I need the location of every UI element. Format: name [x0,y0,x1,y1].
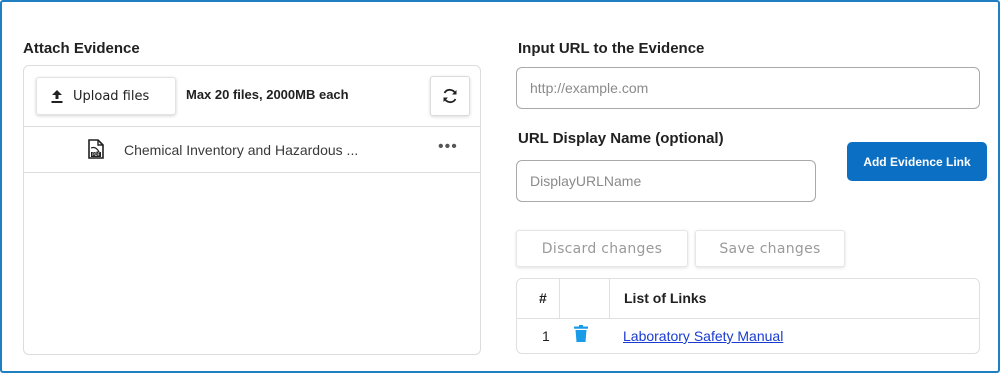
column-header-links: List of Links [624,290,707,306]
upload-toolbar: Upload files Max 20 files, 2000MB each [24,66,480,127]
file-list-item[interactable]: PDF Chemical Inventory and Hazardous ...… [24,127,480,173]
evidence-panel: Attach Evidence Upload files Max 20 file… [0,0,1000,373]
add-evidence-link-button[interactable]: Add Evidence Link [847,142,987,181]
column-divider [609,279,610,319]
attachments-box: Upload files Max 20 files, 2000MB each P… [23,65,481,355]
refresh-button[interactable] [430,76,470,116]
url-display-name-input[interactable] [516,160,816,202]
url-display-name-title: URL Display Name (optional) [518,130,724,147]
column-header-number: # [539,290,547,306]
file-name: Chemical Inventory and Hazardous ... [124,142,359,158]
upload-files-label: Upload files [73,88,150,104]
attach-evidence-title: Attach Evidence [23,40,140,57]
upload-limits-text: Max 20 files, 2000MB each [186,87,349,102]
discard-changes-button[interactable]: Discard changes [516,230,688,267]
column-divider [559,279,560,319]
more-horizontal-icon[interactable]: ••• [438,138,458,156]
table-row: 1 Laboratory Safety Manual [517,319,979,353]
links-table-header: # List of Links [517,279,979,319]
svg-text:PDF: PDF [92,152,100,157]
refresh-icon [443,88,457,104]
pdf-file-icon: PDF [88,139,104,159]
trash-icon[interactable] [574,325,588,342]
upload-files-button[interactable]: Upload files [36,77,176,115]
evidence-url-input[interactable] [516,67,980,109]
upload-arrow-icon [51,89,63,103]
row-number: 1 [542,328,550,344]
save-changes-button[interactable]: Save changes [695,230,845,267]
evidence-link[interactable]: Laboratory Safety Manual [623,328,783,344]
url-section-title: Input URL to the Evidence [518,40,705,57]
links-table: # List of Links 1 Laboratory Safety Manu… [516,278,980,354]
